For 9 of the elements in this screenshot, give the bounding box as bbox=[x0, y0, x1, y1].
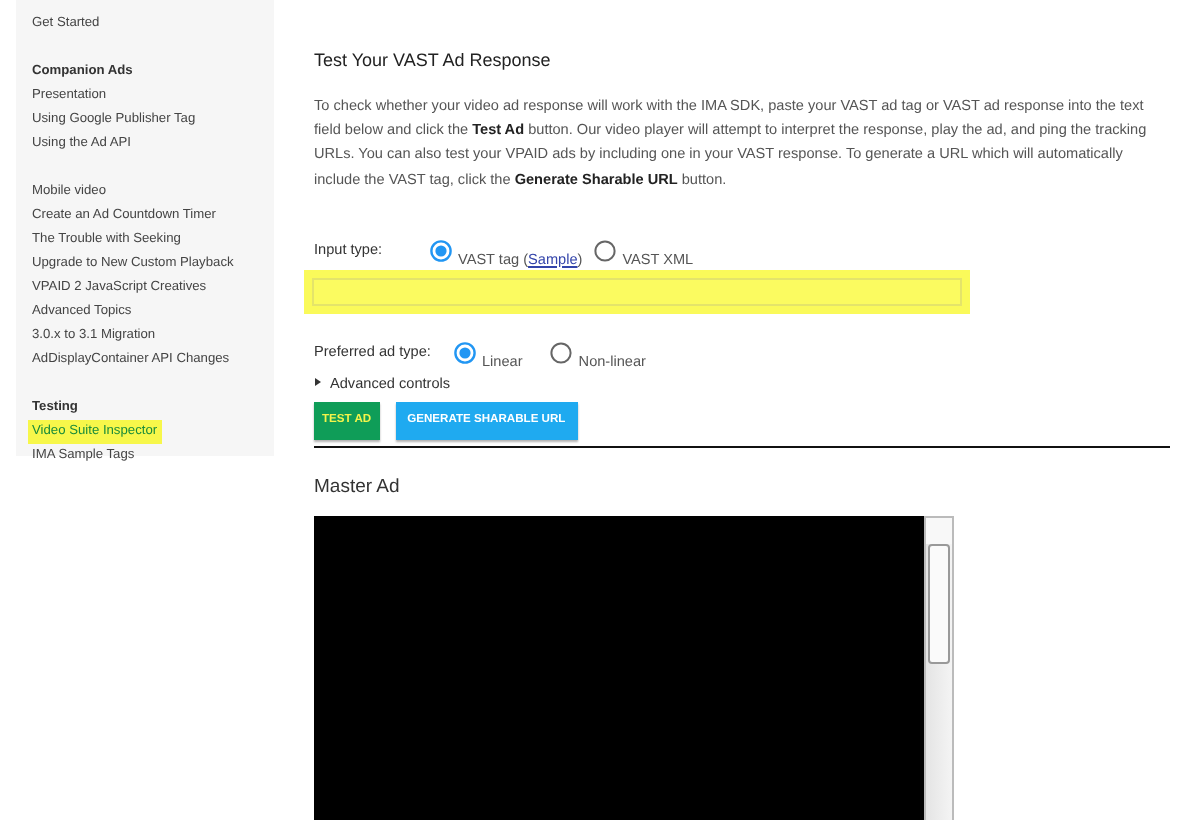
radio-button[interactable] bbox=[550, 341, 573, 364]
triangle-icon bbox=[314, 378, 322, 387]
section-heading: Test Your VAST Ad Response bbox=[314, 50, 553, 70]
ad-tag-field[interactable] bbox=[304, 269, 970, 314]
radio-button[interactable] bbox=[454, 341, 476, 364]
radio-button[interactable] bbox=[594, 239, 617, 262]
section-heading: Master Ad bbox=[314, 475, 402, 498]
scrollbar[interactable] bbox=[924, 515, 954, 820]
radio-button[interactable] bbox=[430, 239, 452, 262]
